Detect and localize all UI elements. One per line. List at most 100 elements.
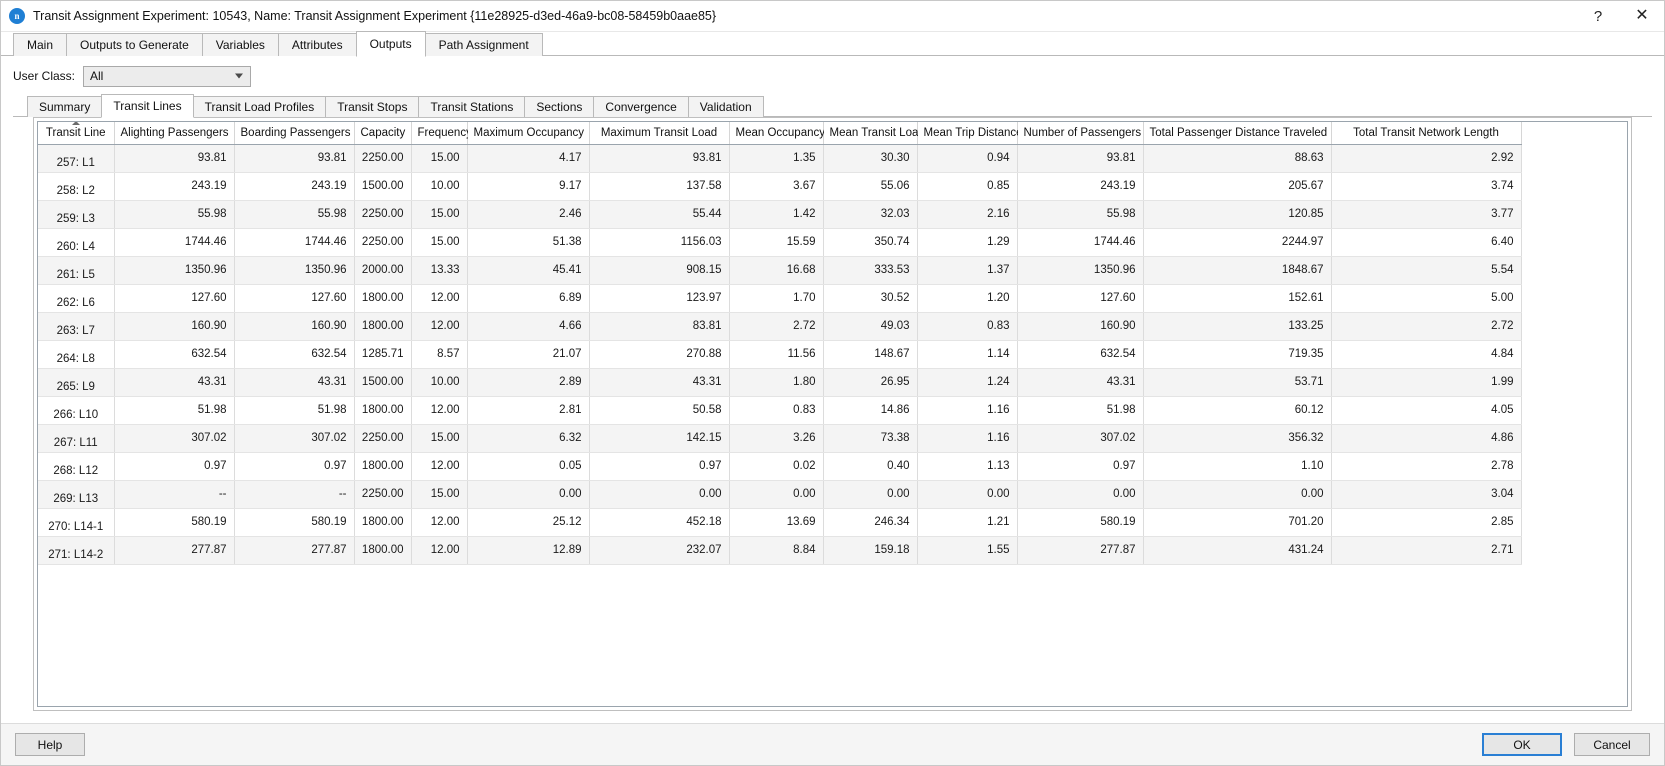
table-cell: 15.00 bbox=[411, 228, 467, 256]
subtab-transit-stops[interactable]: Transit Stops bbox=[325, 96, 419, 117]
tab-attributes[interactable]: Attributes bbox=[278, 33, 357, 56]
help-button[interactable]: Help bbox=[15, 733, 85, 756]
table-cell: 0.00 bbox=[917, 480, 1017, 508]
sort-ascending-icon bbox=[72, 121, 80, 125]
table-cell: 1350.96 bbox=[1017, 256, 1143, 284]
table-cell: 243.19 bbox=[234, 172, 354, 200]
table-cell: 127.60 bbox=[1017, 284, 1143, 312]
table-cell: 3.26 bbox=[729, 424, 823, 452]
column-header-capacity[interactable]: Capacity bbox=[354, 122, 411, 144]
table-cell: 53.71 bbox=[1143, 368, 1331, 396]
table-cell: 4.86 bbox=[1331, 424, 1521, 452]
table-cell: 2250.00 bbox=[354, 424, 411, 452]
table-row[interactable]: 267: L11307.02307.022250.0015.006.32142.… bbox=[38, 424, 1521, 452]
subtab-summary[interactable]: Summary bbox=[27, 96, 102, 117]
table-cell: 12.00 bbox=[411, 284, 467, 312]
table-cell: 51.98 bbox=[114, 396, 234, 424]
row-header-transit-line: 264: L8 bbox=[38, 340, 114, 368]
table-row[interactable]: 268: L120.970.971800.0012.000.050.970.02… bbox=[38, 452, 1521, 480]
subtab-transit-load-profiles[interactable]: Transit Load Profiles bbox=[193, 96, 327, 117]
table-cell: 632.54 bbox=[1017, 340, 1143, 368]
user-class-row: User Class: All bbox=[13, 64, 1652, 88]
table-cell: 30.30 bbox=[823, 144, 917, 172]
table-header: Transit Line Alighting Passengers Boarding… bbox=[38, 122, 1521, 144]
close-icon[interactable]: ✕ bbox=[1620, 1, 1664, 31]
user-class-select[interactable]: All bbox=[83, 66, 251, 87]
table-cell: 1500.00 bbox=[354, 172, 411, 200]
cancel-button[interactable]: Cancel bbox=[1574, 733, 1650, 756]
column-header-transit-line[interactable]: Transit Line bbox=[38, 122, 114, 144]
table-row[interactable]: 266: L1051.9851.981800.0012.002.8150.580… bbox=[38, 396, 1521, 424]
subtab-sections[interactable]: Sections bbox=[524, 96, 594, 117]
tab-variables[interactable]: Variables bbox=[202, 33, 279, 56]
table-cell: 55.06 bbox=[823, 172, 917, 200]
table-row[interactable]: 259: L355.9855.982250.0015.002.4655.441.… bbox=[38, 200, 1521, 228]
table-row[interactable]: 270: L14-1580.19580.191800.0012.0025.124… bbox=[38, 508, 1521, 536]
subtab-transit-lines[interactable]: Transit Lines bbox=[101, 94, 193, 118]
tab-outputs-to-generate[interactable]: Outputs to Generate bbox=[66, 33, 203, 56]
subtab-validation[interactable]: Validation bbox=[688, 96, 764, 117]
column-header-mean-transit-load[interactable]: Mean Transit Load bbox=[823, 122, 917, 144]
column-header-frequency[interactable]: Frequency bbox=[411, 122, 467, 144]
table-cell: 12.00 bbox=[411, 396, 467, 424]
tab-outputs[interactable]: Outputs bbox=[356, 31, 426, 57]
table-row[interactable]: 262: L6127.60127.601800.0012.006.89123.9… bbox=[38, 284, 1521, 312]
column-header-label: Alighting Passengers bbox=[121, 127, 229, 139]
table-row[interactable]: 264: L8632.54632.541285.718.5721.07270.8… bbox=[38, 340, 1521, 368]
table-cell: 12.89 bbox=[467, 536, 589, 564]
table-cell: 0.97 bbox=[1017, 452, 1143, 480]
table-cell: 12.00 bbox=[411, 508, 467, 536]
table-cell: 1.14 bbox=[917, 340, 1017, 368]
tab-main[interactable]: Main bbox=[13, 33, 67, 56]
table-cell: 1800.00 bbox=[354, 452, 411, 480]
app-logo-icon: n bbox=[9, 8, 25, 24]
table-row[interactable]: 257: L193.8193.812250.0015.004.1793.811.… bbox=[38, 144, 1521, 172]
transit-lines-table: Transit Line Alighting Passengers Boarding… bbox=[38, 122, 1522, 565]
table-cell: 55.98 bbox=[234, 200, 354, 228]
table-cell: 1800.00 bbox=[354, 312, 411, 340]
table-cell: 3.67 bbox=[729, 172, 823, 200]
table-cell: 1.13 bbox=[917, 452, 1017, 480]
column-header-mean-trip-distance[interactable]: Mean Trip Distance bbox=[917, 122, 1017, 144]
table-cell: 148.67 bbox=[823, 340, 917, 368]
ok-button[interactable]: OK bbox=[1482, 733, 1562, 756]
subtab-convergence[interactable]: Convergence bbox=[593, 96, 688, 117]
window-title: Transit Assignment Experiment: 10543, Na… bbox=[33, 9, 716, 23]
help-icon[interactable]: ? bbox=[1576, 1, 1620, 31]
column-header-number-of-passengers[interactable]: Number of Passengers bbox=[1017, 122, 1143, 144]
table-cell: 580.19 bbox=[114, 508, 234, 536]
column-header-mean-occupancy[interactable]: Mean Occupancy bbox=[729, 122, 823, 144]
table-cell: 4.84 bbox=[1331, 340, 1521, 368]
results-table-scroll-area[interactable]: Transit Line Alighting Passengers Boarding… bbox=[37, 121, 1628, 707]
column-header-label: Boarding Passengers bbox=[241, 127, 351, 139]
table-cell: 5.54 bbox=[1331, 256, 1521, 284]
subtab-transit-stations[interactable]: Transit Stations bbox=[418, 96, 525, 117]
column-header-boarding-passengers[interactable]: Boarding Passengers bbox=[234, 122, 354, 144]
table-row[interactable]: 271: L14-2277.87277.871800.0012.0012.892… bbox=[38, 536, 1521, 564]
table-row[interactable]: 258: L2243.19243.191500.0010.009.17137.5… bbox=[38, 172, 1521, 200]
table-row[interactable]: 269: L13----2250.0015.000.000.000.000.00… bbox=[38, 480, 1521, 508]
tab-path-assignment[interactable]: Path Assignment bbox=[425, 33, 543, 56]
table-cell: 152.61 bbox=[1143, 284, 1331, 312]
table-row[interactable]: 265: L943.3143.311500.0010.002.8943.311.… bbox=[38, 368, 1521, 396]
table-cell: 1744.46 bbox=[114, 228, 234, 256]
table-cell: 2.16 bbox=[917, 200, 1017, 228]
table-cell: 43.31 bbox=[114, 368, 234, 396]
table-cell: 0.83 bbox=[729, 396, 823, 424]
table-cell: 55.98 bbox=[1017, 200, 1143, 228]
table-cell: 160.90 bbox=[1017, 312, 1143, 340]
column-header-total-passenger-distance-traveled[interactable]: Total Passenger Distance Traveled bbox=[1143, 122, 1331, 144]
column-header-maximum-transit-load[interactable]: Maximum Transit Load bbox=[589, 122, 729, 144]
column-header-maximum-occupancy[interactable]: Maximum Occupancy bbox=[467, 122, 589, 144]
table-row[interactable]: 263: L7160.90160.901800.0012.004.6683.81… bbox=[38, 312, 1521, 340]
column-header-alighting-passengers[interactable]: Alighting Passengers bbox=[114, 122, 234, 144]
table-cell: 4.66 bbox=[467, 312, 589, 340]
table-cell: 160.90 bbox=[234, 312, 354, 340]
table-cell: 1.16 bbox=[917, 424, 1017, 452]
row-header-transit-line: 261: L5 bbox=[38, 256, 114, 284]
row-header-transit-line: 257: L1 bbox=[38, 144, 114, 172]
table-row[interactable]: 260: L41744.461744.462250.0015.0051.3811… bbox=[38, 228, 1521, 256]
column-header-total-transit-network-length[interactable]: Total Transit Network Length bbox=[1331, 122, 1521, 144]
table-cell: 93.81 bbox=[589, 144, 729, 172]
table-row[interactable]: 261: L51350.961350.962000.0013.3345.4190… bbox=[38, 256, 1521, 284]
